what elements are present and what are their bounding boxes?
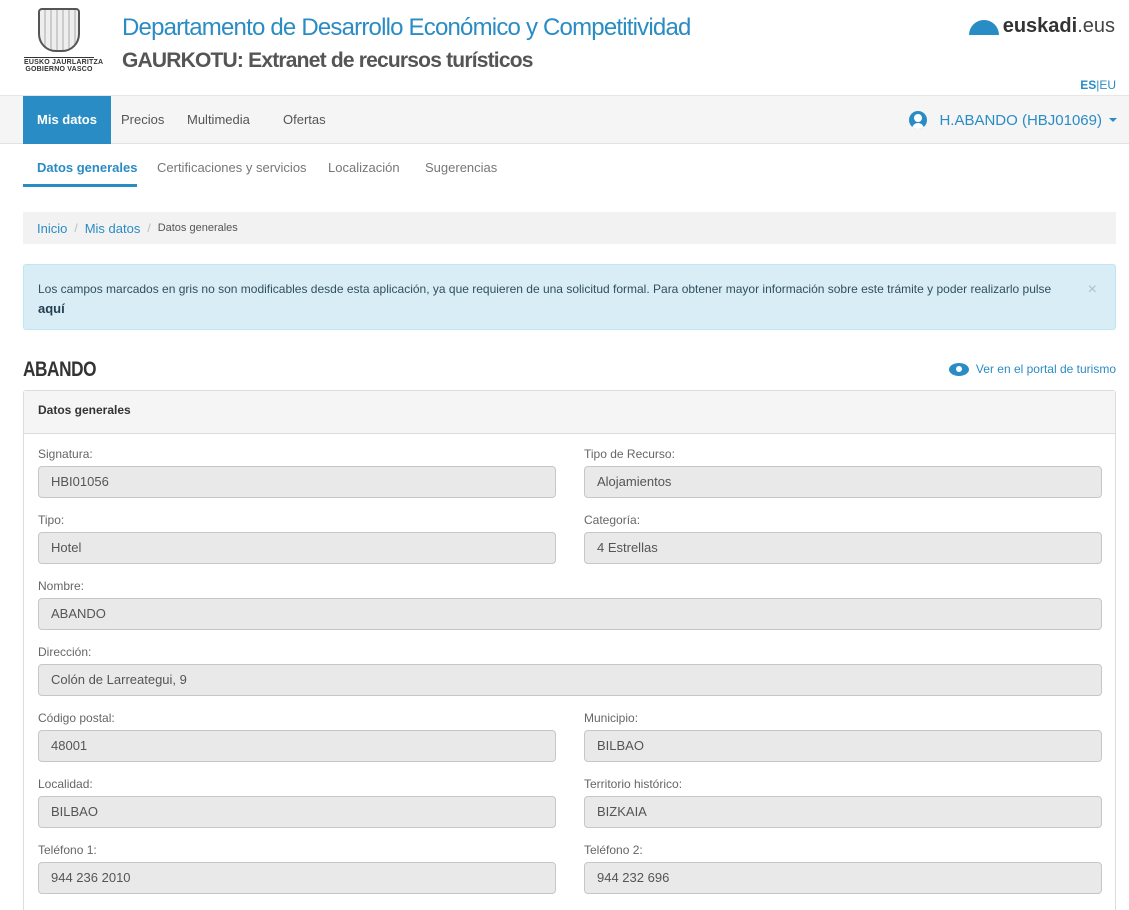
direccion-label: Dirección: bbox=[38, 645, 92, 659]
breadcrumb-separator: / bbox=[74, 221, 78, 235]
sub-nav: Datos generales Certificaciones y servic… bbox=[0, 144, 1129, 187]
codigo-postal-field[interactable]: 48001 bbox=[38, 730, 556, 762]
tab-ofertas[interactable]: Ofertas bbox=[283, 96, 326, 144]
logo-line-1: EUSKO JAURLARITZA bbox=[24, 57, 104, 66]
tipo-label: Tipo: bbox=[38, 513, 65, 527]
municipio-field[interactable]: BILBAO bbox=[584, 730, 1102, 762]
main-nav: Mis datos Precios Multimedia Ofertas H.A… bbox=[0, 95, 1129, 144]
gobierno-vasco-logo[interactable]: EUSKO JAURLARITZA GOBIERNO VASCO bbox=[24, 8, 104, 74]
logo-line-2: GOBIERNO VASCO bbox=[25, 66, 93, 73]
territorio-label: Territorio histórico: bbox=[584, 777, 683, 791]
telefono1-field[interactable]: 944 236 2010 bbox=[38, 862, 556, 894]
info-alert: Los campos marcados en gris no son modif… bbox=[23, 264, 1116, 330]
subtab-localizacion[interactable]: Localización bbox=[328, 160, 400, 175]
nombre-label: Nombre: bbox=[38, 579, 85, 593]
categoria-label: Categoría: bbox=[584, 513, 641, 527]
breadcrumb-separator: / bbox=[147, 221, 151, 235]
portal-link[interactable]: Ver en el portal de turismo bbox=[948, 362, 1116, 376]
panel-title: Datos generales bbox=[24, 391, 1115, 434]
user-menu[interactable]: H.ABANDO (HBJ01069) bbox=[909, 96, 1117, 144]
breadcrumb-mis-datos[interactable]: Mis datos bbox=[85, 221, 141, 236]
telefono1-label: Teléfono 1: bbox=[38, 843, 97, 857]
direccion-field[interactable]: Colón de Larreategui, 9 bbox=[38, 664, 1102, 696]
user-icon bbox=[909, 111, 928, 129]
euskadi-logo[interactable]: euskadi .eus bbox=[968, 15, 1115, 38]
caret-down-icon bbox=[1109, 118, 1117, 122]
language-switch: ES|EU bbox=[1080, 78, 1116, 92]
municipio-label: Municipio: bbox=[584, 711, 639, 725]
tab-multimedia[interactable]: Multimedia bbox=[187, 96, 250, 144]
eye-icon bbox=[948, 362, 969, 376]
localidad-label: Localidad: bbox=[38, 777, 93, 791]
coat-of-arms-icon bbox=[38, 8, 80, 52]
signatura-label: Signatura: bbox=[38, 447, 93, 461]
tipo-recurso-field[interactable]: Alojamientos bbox=[584, 466, 1102, 498]
subtab-certificaciones[interactable]: Certificaciones y servicios bbox=[157, 160, 307, 175]
department-title[interactable]: Departamento de Desarrollo Económico y C… bbox=[122, 14, 691, 42]
signatura-field[interactable]: HBI01056 bbox=[38, 466, 556, 498]
telefono2-label: Teléfono 2: bbox=[584, 843, 643, 857]
subtab-sugerencias[interactable]: Sugerencias bbox=[425, 160, 497, 175]
tab-precios[interactable]: Precios bbox=[121, 96, 164, 144]
alert-link[interactable]: aquí bbox=[38, 301, 65, 316]
lang-es[interactable]: ES bbox=[1080, 78, 1096, 92]
breadcrumb: Inicio / Mis datos / Datos generales bbox=[23, 212, 1116, 244]
lang-eu[interactable]: EU bbox=[1099, 78, 1116, 92]
tab-mis-datos[interactable]: Mis datos bbox=[23, 96, 111, 144]
breadcrumb-home[interactable]: Inicio bbox=[37, 221, 67, 236]
page-header: EUSKO JAURLARITZA GOBIERNO VASCO Departa… bbox=[0, 0, 1129, 95]
telefono2-field[interactable]: 944 232 696 bbox=[584, 862, 1102, 894]
alert-text: Los campos marcados en gris no son modif… bbox=[38, 282, 1052, 296]
datos-generales-panel: Datos generales Signatura: HBI01056 Tipo… bbox=[23, 390, 1116, 910]
close-icon[interactable]: × bbox=[1088, 282, 1097, 298]
tipo-recurso-label: Tipo de Recurso: bbox=[584, 447, 675, 461]
breadcrumb-current: Datos generales bbox=[157, 222, 238, 234]
territorio-field[interactable]: BIZKAIA bbox=[584, 796, 1102, 828]
categoria-field[interactable]: 4 Estrellas bbox=[584, 532, 1102, 564]
tipo-field[interactable]: Hotel bbox=[38, 532, 556, 564]
localidad-field[interactable]: BILBAO bbox=[38, 796, 556, 828]
subtab-datos-generales[interactable]: Datos generales bbox=[37, 160, 137, 175]
euskadi-logo-bold: euskadi bbox=[1002, 15, 1078, 37]
euskadi-arc-icon bbox=[968, 20, 999, 35]
active-subtab-indicator bbox=[23, 184, 137, 187]
codigo-postal-label: Código postal: bbox=[38, 711, 115, 725]
resource-title: ABANDO bbox=[23, 358, 97, 381]
nombre-field[interactable]: ABANDO bbox=[38, 598, 1102, 630]
euskadi-logo-suffix: .eus bbox=[1077, 15, 1115, 37]
app-title: GAURKOTU: Extranet de recursos turístico… bbox=[122, 49, 533, 72]
portal-link-label: Ver en el portal de turismo bbox=[975, 362, 1116, 376]
user-name: H.ABANDO (HBJ01069) bbox=[939, 111, 1102, 129]
